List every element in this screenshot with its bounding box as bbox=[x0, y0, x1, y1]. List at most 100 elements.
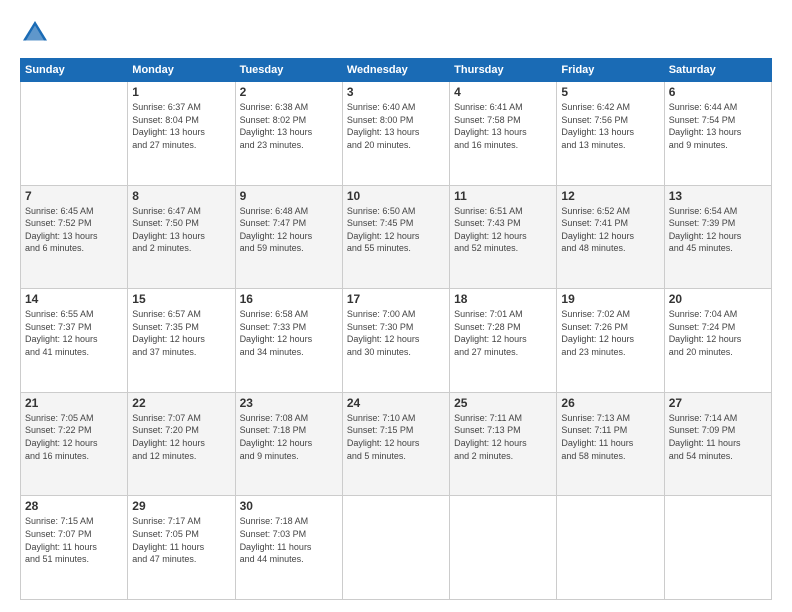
header bbox=[20, 18, 772, 48]
day-info: Sunrise: 6:52 AM Sunset: 7:41 PM Dayligh… bbox=[561, 205, 659, 255]
day-info: Sunrise: 7:02 AM Sunset: 7:26 PM Dayligh… bbox=[561, 308, 659, 358]
calendar-cell: 17Sunrise: 7:00 AM Sunset: 7:30 PM Dayli… bbox=[342, 289, 449, 393]
day-info: Sunrise: 7:11 AM Sunset: 7:13 PM Dayligh… bbox=[454, 412, 552, 462]
calendar-cell bbox=[664, 496, 771, 600]
weekday-header-row: SundayMondayTuesdayWednesdayThursdayFrid… bbox=[21, 59, 772, 82]
calendar-cell bbox=[342, 496, 449, 600]
calendar-cell: 28Sunrise: 7:15 AM Sunset: 7:07 PM Dayli… bbox=[21, 496, 128, 600]
calendar-table: SundayMondayTuesdayWednesdayThursdayFrid… bbox=[20, 58, 772, 600]
day-info: Sunrise: 6:45 AM Sunset: 7:52 PM Dayligh… bbox=[25, 205, 123, 255]
day-number: 7 bbox=[25, 189, 123, 203]
day-info: Sunrise: 7:13 AM Sunset: 7:11 PM Dayligh… bbox=[561, 412, 659, 462]
calendar-cell: 9 Sunrise: 6:48 AM Sunset: 7:47 PM Daylig… bbox=[235, 185, 342, 289]
week-row-3: 14 Sunrise: 6:55 AM Sunset: 7:37 PM Dayli… bbox=[21, 289, 772, 393]
day-info: Sunrise: 7:07 AM Sunset: 7:20 PM Dayligh… bbox=[132, 412, 230, 462]
calendar-cell: 13 Sunrise: 6:54 AM Sunset: 7:39 PM Dayli… bbox=[664, 185, 771, 289]
day-number: 26 bbox=[561, 396, 659, 410]
day-info: Sunrise: 6:57 AM Sunset: 7:35 PM Dayligh… bbox=[132, 308, 230, 358]
calendar-cell: 23 Sunrise: 7:08 AM Sunset: 7:18 PM Dayli… bbox=[235, 392, 342, 496]
calendar-cell: 30Sunrise: 7:18 AM Sunset: 7:03 PM Dayli… bbox=[235, 496, 342, 600]
day-number: 6 bbox=[669, 85, 767, 99]
weekday-header-wednesday: Wednesday bbox=[342, 59, 449, 82]
day-info: Sunrise: 7:04 AM Sunset: 7:24 PM Dayligh… bbox=[669, 308, 767, 358]
day-number: 4 bbox=[454, 85, 552, 99]
calendar-cell: 22 Sunrise: 7:07 AM Sunset: 7:20 PM Dayli… bbox=[128, 392, 235, 496]
week-row-1: 1 Sunrise: 6:37 AM Sunset: 8:04 PM Daylig… bbox=[21, 82, 772, 186]
day-number: 29 bbox=[132, 499, 230, 513]
calendar-cell: 7 Sunrise: 6:45 AM Sunset: 7:52 PM Daylig… bbox=[21, 185, 128, 289]
calendar-cell: 5Sunrise: 6:42 AM Sunset: 7:56 PM Daylig… bbox=[557, 82, 664, 186]
day-number: 14 bbox=[25, 292, 123, 306]
weekday-header-tuesday: Tuesday bbox=[235, 59, 342, 82]
weekday-header-saturday: Saturday bbox=[664, 59, 771, 82]
weekday-header-sunday: Sunday bbox=[21, 59, 128, 82]
day-info: Sunrise: 7:08 AM Sunset: 7:18 PM Dayligh… bbox=[240, 412, 338, 462]
calendar-cell bbox=[557, 496, 664, 600]
day-number: 2 bbox=[240, 85, 338, 99]
week-row-4: 21 Sunrise: 7:05 AM Sunset: 7:22 PM Dayli… bbox=[21, 392, 772, 496]
page: SundayMondayTuesdayWednesdayThursdayFrid… bbox=[0, 0, 792, 612]
calendar-cell: 1 Sunrise: 6:37 AM Sunset: 8:04 PM Daylig… bbox=[128, 82, 235, 186]
calendar-cell: 20 Sunrise: 7:04 AM Sunset: 7:24 PM Dayli… bbox=[664, 289, 771, 393]
day-number: 11 bbox=[454, 189, 552, 203]
day-info: Sunrise: 6:37 AM Sunset: 8:04 PM Dayligh… bbox=[132, 101, 230, 151]
day-number: 1 bbox=[132, 85, 230, 99]
calendar-cell: 25 Sunrise: 7:11 AM Sunset: 7:13 PM Dayli… bbox=[450, 392, 557, 496]
calendar-cell: 21 Sunrise: 7:05 AM Sunset: 7:22 PM Dayli… bbox=[21, 392, 128, 496]
logo bbox=[20, 18, 54, 48]
calendar-cell: 29 Sunrise: 7:17 AM Sunset: 7:05 PM Dayli… bbox=[128, 496, 235, 600]
day-info: Sunrise: 7:01 AM Sunset: 7:28 PM Dayligh… bbox=[454, 308, 552, 358]
day-info: Sunrise: 6:58 AM Sunset: 7:33 PM Dayligh… bbox=[240, 308, 338, 358]
weekday-header-thursday: Thursday bbox=[450, 59, 557, 82]
day-info: Sunrise: 6:40 AM Sunset: 8:00 PM Dayligh… bbox=[347, 101, 445, 151]
day-info: Sunrise: 7:10 AM Sunset: 7:15 PM Dayligh… bbox=[347, 412, 445, 462]
day-info: Sunrise: 7:05 AM Sunset: 7:22 PM Dayligh… bbox=[25, 412, 123, 462]
day-number: 9 bbox=[240, 189, 338, 203]
day-info: Sunrise: 7:14 AM Sunset: 7:09 PM Dayligh… bbox=[669, 412, 767, 462]
day-info: Sunrise: 7:17 AM Sunset: 7:05 PM Dayligh… bbox=[132, 515, 230, 565]
day-number: 16 bbox=[240, 292, 338, 306]
calendar-cell: 14 Sunrise: 6:55 AM Sunset: 7:37 PM Dayli… bbox=[21, 289, 128, 393]
day-number: 28 bbox=[25, 499, 123, 513]
calendar-cell: 18 Sunrise: 7:01 AM Sunset: 7:28 PM Dayli… bbox=[450, 289, 557, 393]
calendar-cell: 19Sunrise: 7:02 AM Sunset: 7:26 PM Dayli… bbox=[557, 289, 664, 393]
calendar-cell bbox=[21, 82, 128, 186]
calendar-cell: 6 Sunrise: 6:44 AM Sunset: 7:54 PM Daylig… bbox=[664, 82, 771, 186]
day-info: Sunrise: 6:54 AM Sunset: 7:39 PM Dayligh… bbox=[669, 205, 767, 255]
calendar-cell: 16 Sunrise: 6:58 AM Sunset: 7:33 PM Dayli… bbox=[235, 289, 342, 393]
day-number: 25 bbox=[454, 396, 552, 410]
day-number: 20 bbox=[669, 292, 767, 306]
calendar-cell: 3 Sunrise: 6:40 AM Sunset: 8:00 PM Daylig… bbox=[342, 82, 449, 186]
day-number: 10 bbox=[347, 189, 445, 203]
day-number: 12 bbox=[561, 189, 659, 203]
day-info: Sunrise: 7:00 AM Sunset: 7:30 PM Dayligh… bbox=[347, 308, 445, 358]
weekday-header-friday: Friday bbox=[557, 59, 664, 82]
calendar-cell: 8 Sunrise: 6:47 AM Sunset: 7:50 PM Daylig… bbox=[128, 185, 235, 289]
calendar-cell: 27Sunrise: 7:14 AM Sunset: 7:09 PM Dayli… bbox=[664, 392, 771, 496]
day-number: 18 bbox=[454, 292, 552, 306]
day-number: 3 bbox=[347, 85, 445, 99]
weekday-header-monday: Monday bbox=[128, 59, 235, 82]
day-number: 8 bbox=[132, 189, 230, 203]
day-number: 22 bbox=[132, 396, 230, 410]
day-number: 24 bbox=[347, 396, 445, 410]
day-info: Sunrise: 6:47 AM Sunset: 7:50 PM Dayligh… bbox=[132, 205, 230, 255]
day-number: 15 bbox=[132, 292, 230, 306]
day-number: 21 bbox=[25, 396, 123, 410]
day-info: Sunrise: 6:41 AM Sunset: 7:58 PM Dayligh… bbox=[454, 101, 552, 151]
day-info: Sunrise: 6:51 AM Sunset: 7:43 PM Dayligh… bbox=[454, 205, 552, 255]
calendar-cell: 26 Sunrise: 7:13 AM Sunset: 7:11 PM Dayli… bbox=[557, 392, 664, 496]
week-row-5: 28Sunrise: 7:15 AM Sunset: 7:07 PM Dayli… bbox=[21, 496, 772, 600]
calendar-cell: 12 Sunrise: 6:52 AM Sunset: 7:41 PM Dayli… bbox=[557, 185, 664, 289]
calendar-cell: 10 Sunrise: 6:50 AM Sunset: 7:45 PM Dayli… bbox=[342, 185, 449, 289]
day-info: Sunrise: 6:55 AM Sunset: 7:37 PM Dayligh… bbox=[25, 308, 123, 358]
day-number: 5 bbox=[561, 85, 659, 99]
day-info: Sunrise: 6:38 AM Sunset: 8:02 PM Dayligh… bbox=[240, 101, 338, 151]
day-info: Sunrise: 6:44 AM Sunset: 7:54 PM Dayligh… bbox=[669, 101, 767, 151]
logo-icon bbox=[20, 18, 50, 48]
day-info: Sunrise: 6:50 AM Sunset: 7:45 PM Dayligh… bbox=[347, 205, 445, 255]
day-number: 23 bbox=[240, 396, 338, 410]
day-number: 13 bbox=[669, 189, 767, 203]
calendar-cell: 2 Sunrise: 6:38 AM Sunset: 8:02 PM Daylig… bbox=[235, 82, 342, 186]
day-info: Sunrise: 6:48 AM Sunset: 7:47 PM Dayligh… bbox=[240, 205, 338, 255]
